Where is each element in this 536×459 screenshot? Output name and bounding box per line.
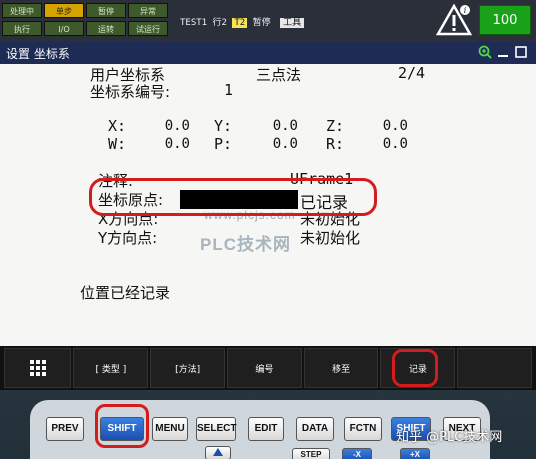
prev-key[interactable]: PREV (46, 417, 84, 441)
window-controls (478, 45, 528, 59)
program-line: 行2 (212, 18, 227, 28)
grid-icon (29, 360, 46, 376)
led-hold: 暂停 (86, 3, 126, 18)
led-prod: 运转 (86, 21, 126, 36)
coord-label-y: Y: (214, 117, 233, 135)
led-busy: 处理中 (2, 3, 42, 18)
program-name: TEST1 (180, 18, 208, 28)
page-indicator: 2/4 (398, 64, 426, 82)
coord-label-p: P: (214, 135, 233, 153)
y-direction-label: Y方向点: (98, 229, 158, 247)
f2-method-button[interactable]: [方法] (150, 348, 225, 388)
coord-value-r: 0.0 (382, 136, 408, 152)
led-tcyc: 试运行 (128, 21, 168, 36)
f6-button[interactable] (457, 348, 532, 388)
y-direction-status[interactable]: 未初始化 (300, 227, 360, 248)
f3-number-button[interactable]: 编号 (226, 348, 302, 388)
page-title: 设置 坐标系 (6, 47, 70, 61)
coord-label-z: Z: (326, 117, 345, 135)
fctn-key[interactable]: FCTN (344, 417, 382, 441)
plus-x-key[interactable]: +X (400, 448, 430, 459)
record-key-highlight (392, 349, 438, 387)
shift-key-highlight (95, 404, 149, 448)
up-arrow-key[interactable] (205, 446, 231, 459)
status-bar: 处理中 单步 暂停 异常 执行 I/O 运转 试运行 TEST1 行2 T2 暂… (0, 0, 536, 42)
frame-setup-screen: 用户坐标系 三点法 2/4 坐标系编号: 1 X: 0.0 Y: 0.0 Z: … (0, 64, 536, 346)
watermark-brand: PLC技术网 (200, 235, 291, 254)
speed-override: 100 (479, 5, 531, 35)
coord-value-w: 0.0 (164, 136, 190, 152)
title-bar: 设置 坐标系 (0, 42, 536, 64)
mode-badge: 工具 (280, 18, 305, 28)
coord-label-x: X: (108, 117, 127, 135)
minus-x-key[interactable]: -X (342, 448, 372, 459)
coord-value-p: 0.0 (272, 136, 298, 152)
coord-value-z: 0.0 (382, 118, 408, 134)
data-key[interactable]: DATA (296, 417, 334, 441)
teach-pendant: 处理中 单步 暂停 异常 执行 I/O 运转 试运行 TEST1 行2 T2 暂… (0, 0, 536, 459)
status-message: 位置已经记录 (80, 284, 171, 302)
svg-text:i: i (464, 6, 467, 15)
coord-value-x: 0.0 (164, 118, 190, 134)
coord-value-y: 0.0 (272, 118, 298, 134)
led-step: 单步 (44, 3, 84, 18)
step-key[interactable]: STEP (292, 448, 330, 459)
coord-label-r: R: (326, 135, 345, 153)
led-fault: 异常 (128, 3, 168, 18)
f1-type-button[interactable]: [ 类型 ] (73, 348, 149, 388)
select-key[interactable]: SELECT (196, 417, 236, 441)
menu-key[interactable]: MENU (152, 417, 188, 441)
minimize-icon[interactable] (496, 45, 510, 59)
source-watermark: 知乎 @PLC技术网 (396, 430, 503, 445)
origin-row-highlight (89, 178, 377, 216)
frame-number-value[interactable]: 1 (224, 81, 233, 99)
led-io: I/O (44, 21, 84, 36)
zoom-icon[interactable] (478, 45, 492, 59)
coord-label-w: W: (108, 135, 127, 153)
alarm-warning-icon[interactable]: i (436, 4, 472, 36)
function-key-bar: [ 类型 ] [方法] 编号 移至 记录 (0, 346, 536, 390)
frame-number-label: 坐标系编号: (90, 83, 171, 101)
edit-key[interactable]: EDIT (248, 417, 284, 441)
f4-move-to-button[interactable]: 移至 (303, 348, 379, 388)
up-arrow-icon (213, 448, 223, 456)
program-info: TEST1 行2 T2 暂停 工具 (180, 15, 305, 28)
maximize-icon[interactable] (514, 45, 528, 59)
setup-method: 三点法 (256, 66, 302, 84)
menu-grid-button[interactable] (4, 348, 72, 388)
led-run: 执行 (2, 21, 42, 36)
program-state: 暂停 (252, 18, 271, 28)
tool-badge: T2 (232, 18, 248, 28)
